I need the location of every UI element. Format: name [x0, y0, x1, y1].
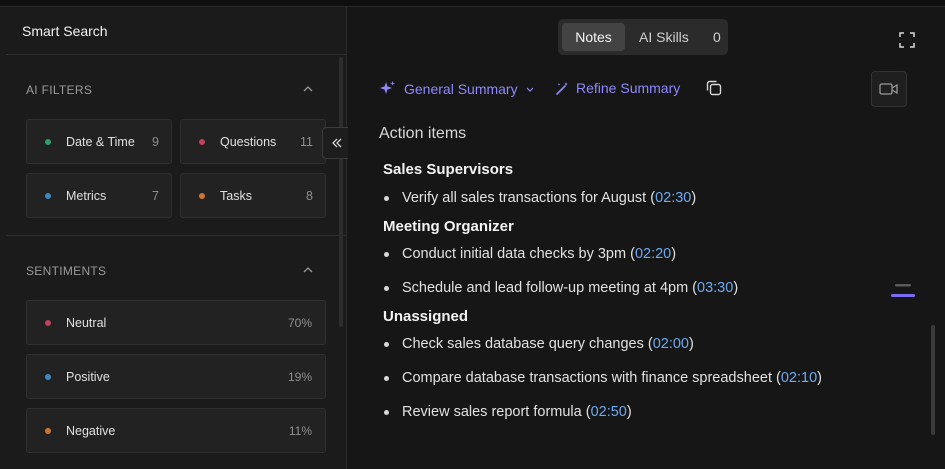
timestamp-link[interactable]: 02:30 [655, 190, 691, 206]
bullet [384, 409, 389, 415]
timestamp-link[interactable]: 02:10 [781, 370, 817, 386]
bullet [384, 375, 389, 381]
sentiment-chip-negative[interactable]: Negative 11% [26, 408, 326, 453]
status-dot [199, 138, 205, 145]
group-title: Unassigned [383, 308, 469, 325]
chip-count: 8 [306, 188, 313, 203]
sparkle-icon [380, 81, 395, 94]
chip-label: Metrics [66, 188, 107, 203]
refine-label: Refine Summary [576, 80, 681, 96]
filter-chip-tasks[interactable]: Tasks 8 [180, 173, 326, 218]
list-item: Compare database transactions with finan… [383, 370, 822, 386]
item-text: Review sales report formula [402, 404, 582, 420]
general-summary-dropdown[interactable]: General Summary [379, 80, 535, 97]
list-item: Check sales database query changes (02:0… [383, 336, 694, 352]
magic-wand-icon [556, 81, 568, 95]
item-text: Schedule and lead follow-up meeting at 4… [402, 280, 689, 296]
bullet [384, 195, 389, 201]
bullet [384, 285, 389, 291]
chip-percent: 11% [288, 423, 312, 438]
section-heading: Action items [379, 125, 467, 142]
refine-summary-button[interactable]: Refine Summary [555, 80, 680, 96]
copy-icon[interactable] [705, 79, 723, 97]
chip-label: Questions [220, 134, 277, 149]
chip-count: 11 [300, 134, 313, 149]
filter-chip-questions[interactable]: Questions 11 [180, 119, 326, 164]
top-border [0, 0, 945, 7]
ai-filters-label: AI FILTERS [26, 83, 93, 97]
list-item: Review sales report formula (02:50) [383, 404, 632, 420]
filter-chip-date-time[interactable]: Date & Time 9 [26, 119, 172, 164]
chip-label: Tasks [220, 188, 252, 203]
video-camera-icon [879, 83, 898, 95]
tab-ai-skills[interactable]: AI Skills [639, 29, 689, 45]
timestamp-link[interactable]: 03:30 [697, 280, 733, 296]
item-text: Verify all sales transactions for August [402, 190, 647, 206]
smart-search-panel: Smart Search AI FILTERS Date & Time 9 Qu… [0, 7, 347, 469]
item-text: Conduct initial data checks by 3pm [402, 246, 627, 262]
bullet [384, 341, 389, 347]
content-scrollbar[interactable] [931, 325, 935, 435]
chevron-down-icon [526, 87, 534, 92]
chip-percent: 19% [287, 369, 312, 384]
summary-label: General Summary [404, 80, 518, 97]
status-dot [45, 319, 51, 326]
bullet [384, 251, 389, 257]
list-item: Schedule and lead follow-up meeting at 4… [383, 280, 738, 296]
chevron-up-icon[interactable] [303, 265, 313, 275]
divider [6, 235, 347, 236]
divider [6, 54, 347, 55]
tab-notes[interactable]: Notes [562, 23, 625, 51]
sentiment-chip-positive[interactable]: Positive 19% [26, 354, 326, 399]
sentiment-chip-neutral[interactable]: Neutral 70% [26, 300, 326, 345]
filter-chip-metrics[interactable]: Metrics 7 [26, 173, 172, 218]
chevron-up-icon[interactable] [303, 84, 313, 94]
item-text: Check sales database query changes [402, 336, 644, 352]
chip-percent: 70% [287, 315, 312, 330]
chip-label: Date & Time [66, 134, 135, 149]
group-title: Sales Supervisors [383, 161, 514, 178]
chip-count: 9 [152, 134, 159, 149]
item-text: Compare database transactions with finan… [402, 370, 772, 386]
status-dot [45, 138, 51, 145]
sidebar-scrollbar[interactable] [339, 57, 343, 327]
ai-skills-count: 0 [713, 29, 721, 45]
video-button[interactable] [871, 71, 907, 107]
chip-label: Negative [66, 423, 116, 438]
chip-label: Neutral [66, 315, 107, 330]
timestamp-link[interactable]: 02:20 [635, 246, 671, 262]
fullscreen-icon[interactable] [899, 32, 915, 48]
list-item: Verify all sales transactions for August… [383, 190, 696, 206]
chip-count: 7 [152, 188, 159, 203]
timestamp-link[interactable]: 02:00 [653, 336, 689, 352]
chip-label: Positive [66, 369, 110, 384]
double-chevron-left-icon [332, 138, 342, 148]
notes-panel: Notes AI Skills 0 General Summary Refine… [348, 7, 945, 469]
sentiments-label: SENTIMENTS [26, 264, 107, 278]
panel-title: Smart Search [22, 23, 108, 39]
status-dot [45, 373, 51, 380]
status-dot [45, 427, 51, 434]
tab-bar: Notes AI Skills 0 [558, 19, 728, 55]
group-title: Meeting Organizer [383, 218, 514, 235]
status-dot [199, 192, 205, 199]
status-dot [45, 192, 51, 199]
timestamp-link[interactable]: 02:50 [591, 404, 627, 420]
drag-handle-icon[interactable] [890, 283, 916, 299]
list-item: Conduct initial data checks by 3pm (02:2… [383, 246, 676, 262]
